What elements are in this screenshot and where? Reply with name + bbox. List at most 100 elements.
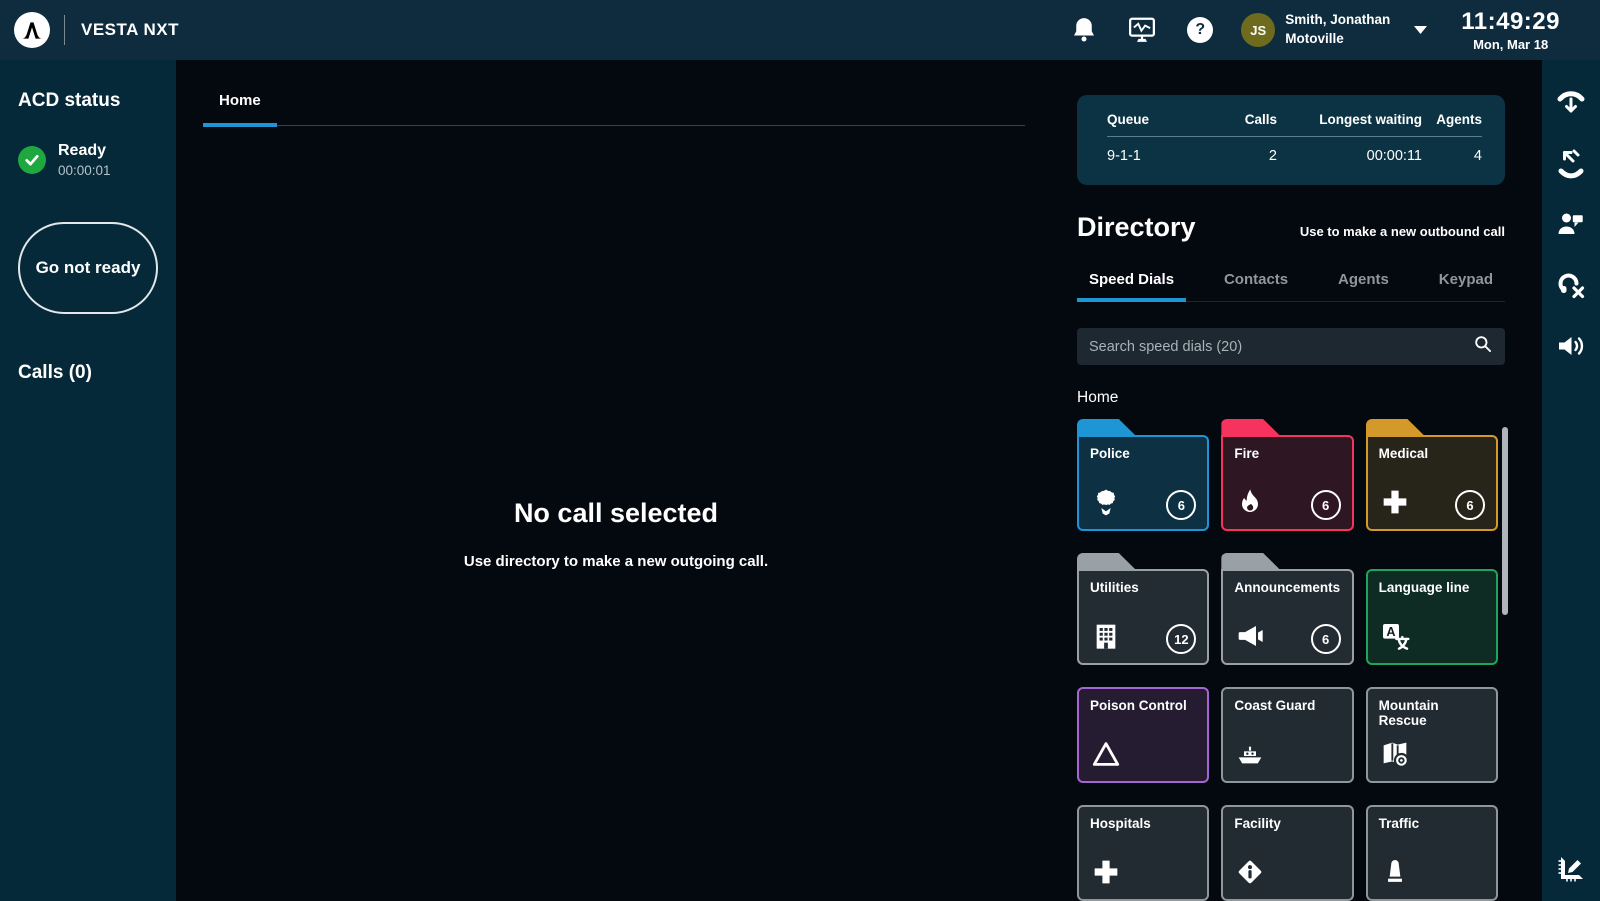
flame-icon xyxy=(1234,486,1266,518)
tile-label: Announcements xyxy=(1234,580,1340,595)
count-badge: 6 xyxy=(1311,624,1341,654)
folder-tab xyxy=(1221,553,1279,569)
person-chat-icon[interactable] xyxy=(1555,208,1587,240)
ready-check-icon xyxy=(18,146,46,174)
user-menu[interactable]: JS Smith, Jonathan Motoville xyxy=(1241,11,1427,49)
motorola-logo xyxy=(14,12,50,48)
phone-down-arrow-icon[interactable] xyxy=(1555,86,1587,118)
speed-dial-tile-facility[interactable]: Facility xyxy=(1221,805,1353,901)
speed-dial-tile-hospitals[interactable]: Hospitals xyxy=(1077,805,1209,901)
map-compass-icon xyxy=(1379,738,1411,770)
queue-col-header: Longest waiting xyxy=(1277,112,1422,127)
go-not-ready-button[interactable]: Go not ready xyxy=(18,222,158,314)
acd-status-row: Ready 00:00:01 xyxy=(18,142,158,178)
calls-count-label: Calls (0) xyxy=(18,362,158,384)
tile-body: Fire6 xyxy=(1221,435,1353,531)
count-badge: 6 xyxy=(1166,490,1196,520)
no-call-placeholder: No call selected Use directory to make a… xyxy=(176,498,1056,570)
speed-dial-tile-language-line[interactable]: Language lineA xyxy=(1366,569,1498,665)
tile-body: Utilities 12 xyxy=(1077,569,1209,665)
app-title: VESTA NXT xyxy=(81,20,179,40)
queue-col-header: Queue xyxy=(1107,112,1217,127)
directory-panel: Queue Calls Longest waiting Agents 9-1-1… xyxy=(1077,60,1542,901)
speed-dial-search[interactable] xyxy=(1077,328,1505,365)
megaphone-icon xyxy=(1234,620,1266,652)
tab-speed-dials[interactable]: Speed Dials xyxy=(1077,271,1186,302)
call-control-rail xyxy=(1542,60,1600,901)
traffic-beacon-icon xyxy=(1379,856,1411,888)
folder-tab xyxy=(1366,419,1424,435)
queue-col-header: Calls xyxy=(1217,112,1277,127)
folder-tile-police[interactable]: Police 6 xyxy=(1077,419,1209,531)
queue-col-header: Agents xyxy=(1422,112,1482,127)
clock: 11:49:29 Mon, Mar 18 xyxy=(1461,8,1560,52)
info-diamond-icon xyxy=(1234,856,1266,888)
tile-label: Fire xyxy=(1234,446,1340,461)
tile-body: Medical 6 xyxy=(1366,435,1498,531)
search-icon xyxy=(1473,334,1493,359)
headset-cancel-icon[interactable] xyxy=(1555,269,1587,301)
tab-contacts[interactable]: Contacts xyxy=(1212,271,1300,302)
tile-label: Police xyxy=(1090,446,1196,461)
chevron-down-icon[interactable] xyxy=(1414,21,1427,39)
tile-label: Medical xyxy=(1379,446,1485,461)
folder-tile-announcements[interactable]: Announcements 6 xyxy=(1221,553,1353,665)
medical-cross-icon xyxy=(1090,856,1122,888)
speed-dial-tile-mountain-rescue[interactable]: Mountain Rescue xyxy=(1366,687,1498,783)
phone-callback-icon[interactable] xyxy=(1555,147,1587,179)
count-badge: 6 xyxy=(1455,490,1485,520)
folder-tile-utilities[interactable]: Utilities 12 xyxy=(1077,553,1209,665)
acd-sidebar: ACD status Ready 00:00:01 Go not ready C… xyxy=(0,60,176,901)
speed-dial-tile-poison-control[interactable]: Poison Control xyxy=(1077,687,1209,783)
empty-state-title: No call selected xyxy=(176,498,1056,529)
queue-status-card: Queue Calls Longest waiting Agents 9-1-1… xyxy=(1077,95,1505,185)
queue-row: 9-1-1 2 00:00:11 4 xyxy=(1107,137,1482,164)
help-icon[interactable]: ? xyxy=(1185,15,1215,45)
system-monitor-icon[interactable] xyxy=(1127,15,1157,45)
top-bar: VESTA NXT ? JS Smith, Jonathan Motoville xyxy=(0,0,1600,60)
tile-body: Traffic xyxy=(1366,805,1498,901)
tab-home[interactable]: Home xyxy=(203,92,277,127)
tile-label: Utilities xyxy=(1090,580,1196,595)
queue-cell-calls: 2 xyxy=(1217,137,1277,164)
tab-agents[interactable]: Agents xyxy=(1326,271,1401,302)
tile-body: Police 6 xyxy=(1077,435,1209,531)
directory-group-label: Home xyxy=(1077,389,1505,407)
tile-label: Traffic xyxy=(1379,816,1485,831)
count-badge: 12 xyxy=(1166,624,1196,654)
folder-tab xyxy=(1077,419,1135,435)
workspace-tabbar: Home xyxy=(203,60,1025,126)
translate-icon: A xyxy=(1379,620,1411,652)
speed-dial-grid: Police6Fire6Medical6Utilities12Announcem… xyxy=(1077,419,1498,901)
medical-cross-icon xyxy=(1379,486,1411,518)
empty-state-subtitle: Use directory to make a new outgoing cal… xyxy=(176,553,1056,570)
search-input[interactable] xyxy=(1089,339,1473,355)
clock-time: 11:49:29 xyxy=(1461,8,1560,36)
directory-subtitle: Use to make a new outbound call xyxy=(1300,224,1505,239)
tile-label: Hospitals xyxy=(1090,816,1196,831)
tile-body: Coast Guard xyxy=(1221,687,1353,783)
notifications-bell-icon[interactable] xyxy=(1069,15,1099,45)
folder-tab xyxy=(1077,553,1135,569)
speaker-volume-icon[interactable] xyxy=(1555,330,1587,362)
directory-title: Directory xyxy=(1077,212,1196,243)
tile-label: Poison Control xyxy=(1090,698,1196,713)
speed-dial-tile-coast-guard[interactable]: Coast Guard xyxy=(1221,687,1353,783)
folder-tab xyxy=(1221,419,1279,435)
acd-state-label: Ready xyxy=(58,142,111,160)
queue-cell-longest-waiting: 00:00:11 xyxy=(1277,137,1422,164)
header-divider xyxy=(64,15,65,45)
folder-tile-fire[interactable]: Fire6 xyxy=(1221,419,1353,531)
tab-keypad[interactable]: Keypad xyxy=(1427,271,1505,302)
acd-state-timer: 00:00:01 xyxy=(58,163,111,178)
directory-tabbar: Speed Dials Contacts Agents Keypad xyxy=(1077,271,1505,302)
tile-body: Facility xyxy=(1221,805,1353,901)
scrollbar-thumb[interactable] xyxy=(1502,427,1508,615)
folder-tile-medical[interactable]: Medical 6 xyxy=(1366,419,1498,531)
ruler-pencil-icon[interactable] xyxy=(1555,853,1587,885)
tile-body: Poison Control xyxy=(1077,687,1209,783)
user-name: Smith, Jonathan Motoville xyxy=(1285,11,1390,49)
call-workspace: Home No call selected Use directory to m… xyxy=(176,60,1077,901)
svg-text:A: A xyxy=(1386,625,1395,639)
speed-dial-tile-traffic[interactable]: Traffic xyxy=(1366,805,1498,901)
